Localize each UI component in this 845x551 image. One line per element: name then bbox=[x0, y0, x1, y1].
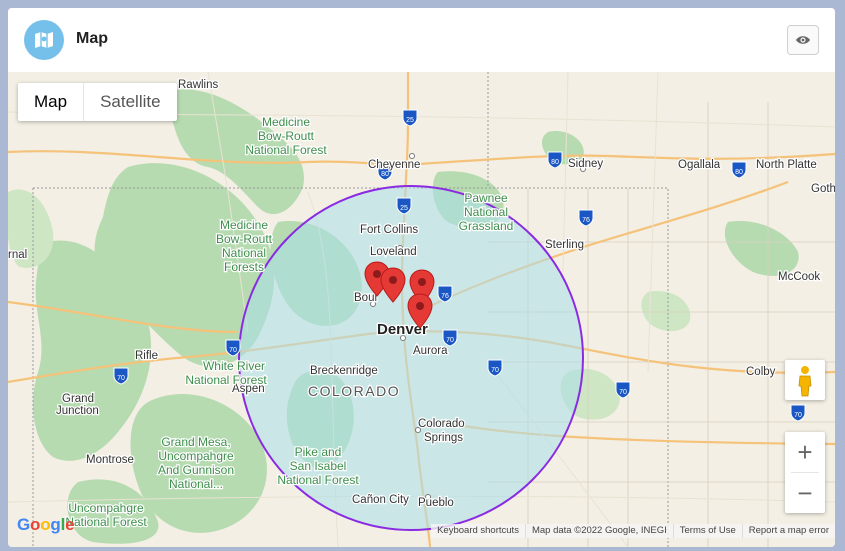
svg-text:Uncompahgre: Uncompahgre bbox=[68, 501, 144, 515]
map-card: Map 25 80 80 80 25 76 76 70 70 70 70 70 … bbox=[8, 8, 835, 547]
label-montrose: Montrose bbox=[86, 454, 134, 466]
shield-i25-north: 25 bbox=[402, 109, 418, 127]
shield-i70-colby: 70 bbox=[615, 381, 631, 399]
shield-i76-north: 76 bbox=[578, 209, 594, 227]
keyboard-shortcuts-link[interactable]: Keyboard shortcuts bbox=[431, 524, 525, 538]
map-type-map-button[interactable]: Map bbox=[18, 83, 83, 121]
svg-text:National...: National... bbox=[169, 477, 223, 491]
pegman-icon bbox=[798, 366, 812, 397]
shield-i70-far-east: 70 bbox=[790, 404, 806, 422]
svg-text:Pawnee: Pawnee bbox=[464, 191, 508, 205]
svg-text:Uncompahgre: Uncompahgre bbox=[158, 449, 234, 463]
label-rnal: rnal bbox=[8, 249, 27, 261]
svg-text:25: 25 bbox=[400, 205, 408, 212]
label-fort-collins: Fort Collins bbox=[360, 224, 418, 236]
shield-i70-rifle: 70 bbox=[113, 367, 129, 385]
label-colorado-state: COLORADO bbox=[308, 383, 400, 399]
label-sterling: Sterling bbox=[545, 239, 584, 251]
svg-text:White River: White River bbox=[203, 359, 265, 373]
map-data-text: Map data ©2022 Google, INEGI bbox=[524, 524, 673, 538]
label-rifle: Rifle bbox=[135, 350, 158, 362]
svg-text:National Forest: National Forest bbox=[65, 515, 147, 529]
svg-text:80: 80 bbox=[381, 171, 389, 178]
svg-text:National Forest: National Forest bbox=[185, 373, 267, 387]
report-error-link[interactable]: Report a map error bbox=[741, 524, 835, 538]
label-cheyenne: Cheyenne bbox=[368, 159, 420, 171]
google-logo[interactable]: Google bbox=[17, 515, 75, 535]
label-mccook: McCook bbox=[778, 271, 820, 283]
terms-link[interactable]: Terms of Use bbox=[672, 524, 742, 538]
svg-text:70: 70 bbox=[117, 375, 125, 382]
label-gothenburg: Goth bbox=[811, 183, 835, 195]
shield-i80-ogallala: 80 bbox=[731, 161, 747, 179]
shield-i76-denver: 76 bbox=[437, 285, 453, 303]
svg-text:National: National bbox=[464, 205, 508, 219]
street-view-button[interactable] bbox=[785, 360, 825, 400]
svg-text:70: 70 bbox=[491, 367, 499, 374]
shield-i80-sidney: 80 bbox=[547, 151, 563, 169]
svg-text:Bow-Routt: Bow-Routt bbox=[258, 129, 315, 143]
svg-text:National Forest: National Forest bbox=[245, 143, 327, 157]
shield-i25-ftcollins: 25 bbox=[396, 197, 412, 215]
label-grand-junction-2: Junction bbox=[56, 405, 99, 417]
label-aurora: Aurora bbox=[413, 345, 448, 357]
zoom-in-button[interactable]: + bbox=[785, 432, 825, 472]
label-breckenridge: Breckenridge bbox=[310, 365, 378, 377]
svg-text:And Gunnison: And Gunnison bbox=[158, 463, 234, 477]
shield-i70-denver: 70 bbox=[442, 329, 458, 347]
map-icon bbox=[24, 20, 64, 60]
label-boulder: Boul bbox=[354, 292, 377, 304]
zoom-out-button[interactable]: − bbox=[785, 473, 825, 513]
label-pueblo: Pueblo bbox=[418, 497, 454, 509]
svg-text:San Isabel: San Isabel bbox=[290, 459, 347, 473]
zoom-control: + − bbox=[785, 432, 825, 513]
svg-text:70: 70 bbox=[619, 389, 627, 396]
svg-text:Grassland: Grassland bbox=[459, 219, 514, 233]
svg-text:70: 70 bbox=[229, 347, 237, 354]
svg-text:80: 80 bbox=[735, 169, 743, 176]
svg-text:National Forest: National Forest bbox=[277, 473, 359, 487]
svg-text:Grand Mesa,: Grand Mesa, bbox=[161, 435, 230, 449]
svg-text:70: 70 bbox=[446, 337, 454, 344]
map-canvas[interactable]: 25 80 80 80 25 76 76 70 70 70 70 70 70 R… bbox=[8, 72, 835, 547]
svg-text:76: 76 bbox=[441, 293, 449, 300]
shield-i70-west: 70 bbox=[225, 339, 241, 357]
svg-text:70: 70 bbox=[794, 412, 802, 419]
map-type-satellite-button[interactable]: Satellite bbox=[84, 83, 176, 121]
label-loveland: Loveland bbox=[370, 246, 417, 258]
label-rawlins: Rawlins bbox=[178, 79, 219, 91]
label-colorado-springs-2: Springs bbox=[424, 432, 463, 444]
map-type-control: Map Satellite bbox=[18, 83, 177, 121]
label-north-platte: North Platte bbox=[756, 159, 817, 171]
label-grand-junction-1: Grand bbox=[62, 393, 94, 405]
map-attribution: Keyboard shortcuts Map data ©2022 Google… bbox=[431, 524, 835, 538]
svg-text:Medicine: Medicine bbox=[262, 115, 310, 129]
svg-text:Bow-Routt: Bow-Routt bbox=[216, 232, 273, 246]
svg-text:76: 76 bbox=[582, 217, 590, 224]
label-sidney: Sidney bbox=[568, 158, 603, 170]
label-ogallala: Ogallala bbox=[678, 159, 721, 171]
svg-text:Forests: Forests bbox=[224, 260, 264, 274]
svg-text:Medicine: Medicine bbox=[220, 218, 268, 232]
shield-i70-east: 70 bbox=[487, 359, 503, 377]
svg-text:National: National bbox=[222, 246, 266, 260]
svg-text:80: 80 bbox=[551, 159, 559, 166]
page-title: Map bbox=[76, 30, 108, 47]
label-colby: Colby bbox=[746, 366, 776, 378]
label-colorado-springs-1: Colorado bbox=[418, 418, 465, 430]
visibility-button[interactable] bbox=[787, 25, 819, 55]
svg-text:25: 25 bbox=[406, 117, 414, 124]
svg-text:Pike and: Pike and bbox=[295, 445, 342, 459]
card-header: Map bbox=[8, 8, 835, 73]
label-canon-city: Cañon City bbox=[352, 494, 409, 506]
eye-icon bbox=[796, 36, 810, 44]
